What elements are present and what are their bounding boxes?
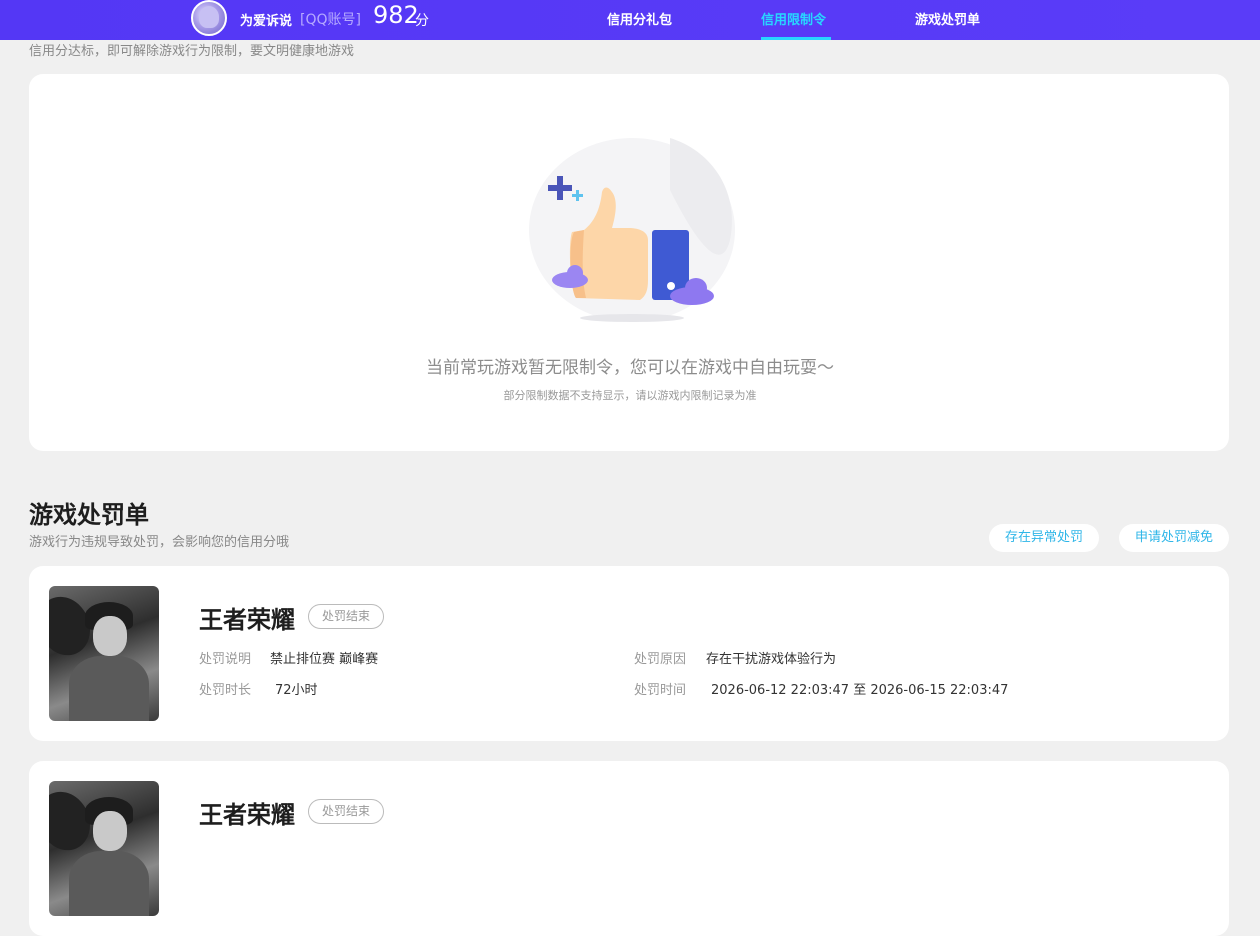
penalty-card[interactable]: 王者荣耀 处罚结束: [29, 761, 1229, 936]
game-cover-image: [49, 781, 159, 916]
penalty-description-value: 禁止排位赛 巅峰赛: [270, 652, 379, 667]
penalty-reason-value: 存在干扰游戏体验行为: [706, 652, 837, 667]
user-name: 为爱诉说: [240, 14, 293, 29]
game-name: 王者荣耀: [199, 801, 295, 829]
abnormal-penalty-button[interactable]: 存在异常处罚: [989, 524, 1099, 552]
credit-score-unit: 分: [415, 13, 429, 29]
penalty-reduction-button[interactable]: 申请处罚减免: [1119, 524, 1229, 552]
penalty-description-label: 处罚说明: [199, 652, 252, 667]
penalty-time-value: 2026-06-12 22:03:47 至 2026-06-15 22:03:4…: [711, 683, 1009, 698]
tab-credit-restriction[interactable]: 信用限制令: [761, 9, 826, 28]
penalty-time-label: 处罚时间: [634, 683, 687, 698]
credit-score: 982: [373, 1, 419, 29]
game-cover-image: [49, 586, 159, 721]
penalty-duration-label: 处罚时长: [199, 683, 252, 698]
penalty-section-description: 游戏行为违规导致处罚，会影响您的信用分哦: [29, 535, 290, 550]
penalty-section-title: 游戏处罚单: [29, 501, 149, 529]
game-name: 王者荣耀: [199, 606, 295, 634]
active-tab-indicator: [761, 37, 831, 40]
restriction-intro: 信用分达标，即可解除游戏行为限制，要文明健康地游戏: [29, 44, 355, 59]
top-nav-bar: 为爱诉说 [QQ账号] 982 分 信用分礼包 信用限制令 游戏处罚单: [0, 0, 1260, 40]
penalty-card[interactable]: 王者荣耀 处罚结束 处罚说明 禁止排位赛 巅峰赛 处罚原因 存在干扰游戏体验行为…: [29, 566, 1229, 741]
penalty-reason-label: 处罚原因: [634, 652, 687, 667]
penalty-duration-value: 72小时: [275, 683, 318, 698]
status-badge: 处罚结束: [308, 604, 385, 629]
account-type: [QQ账号]: [300, 12, 361, 28]
thumbs-up-icon: [529, 138, 735, 322]
empty-state-note: 部分限制数据不支持显示，请以游戏内限制记录为准: [503, 389, 757, 402]
avatar[interactable]: [191, 0, 227, 36]
empty-state-message: 当前常玩游戏暂无限制令，您可以在游戏中自由玩耍～: [426, 358, 834, 378]
tab-credit-gift[interactable]: 信用分礼包: [607, 9, 672, 28]
tab-game-penalty[interactable]: 游戏处罚单: [915, 9, 980, 28]
